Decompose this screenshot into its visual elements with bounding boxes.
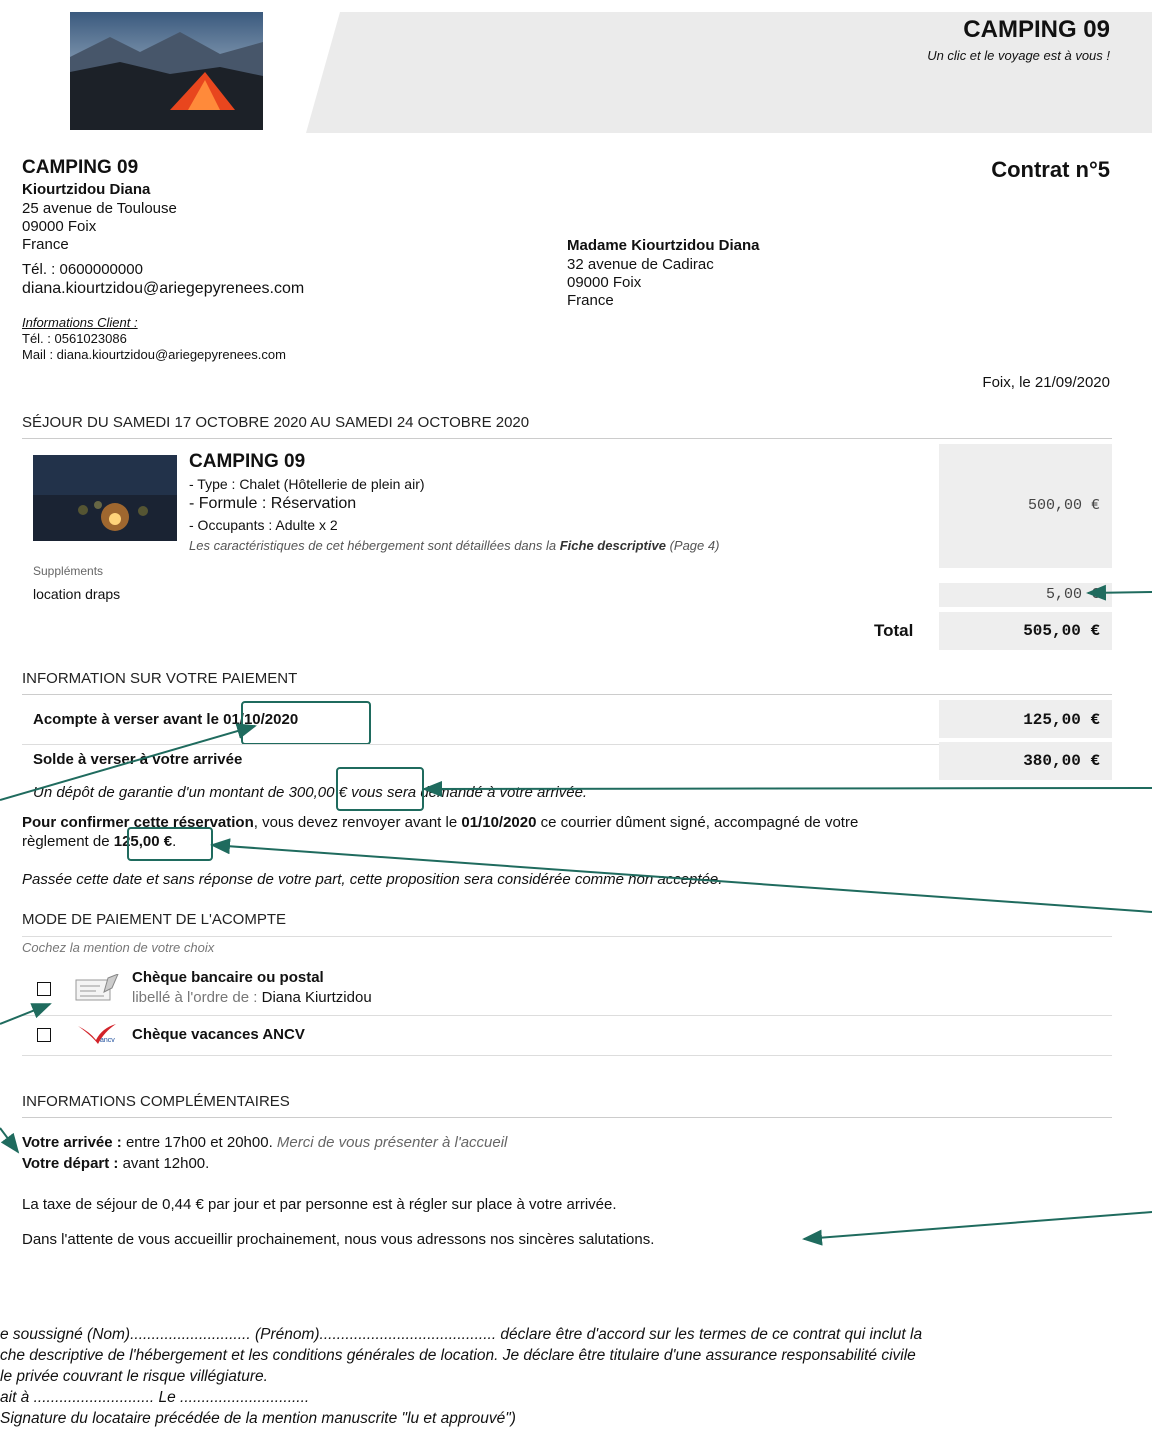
annotation-arrows — [0, 584, 1152, 1246]
arrow-payment-mode — [0, 1003, 52, 1025]
arrow-confirm-amount — [210, 838, 1152, 913]
arrow-deposit-date — [0, 723, 257, 801]
arrow-closing — [802, 1211, 1152, 1246]
arrow-guarantee — [422, 780, 1152, 797]
arrow-arrival — [0, 1127, 20, 1154]
arrow-supplement — [1086, 584, 1152, 601]
